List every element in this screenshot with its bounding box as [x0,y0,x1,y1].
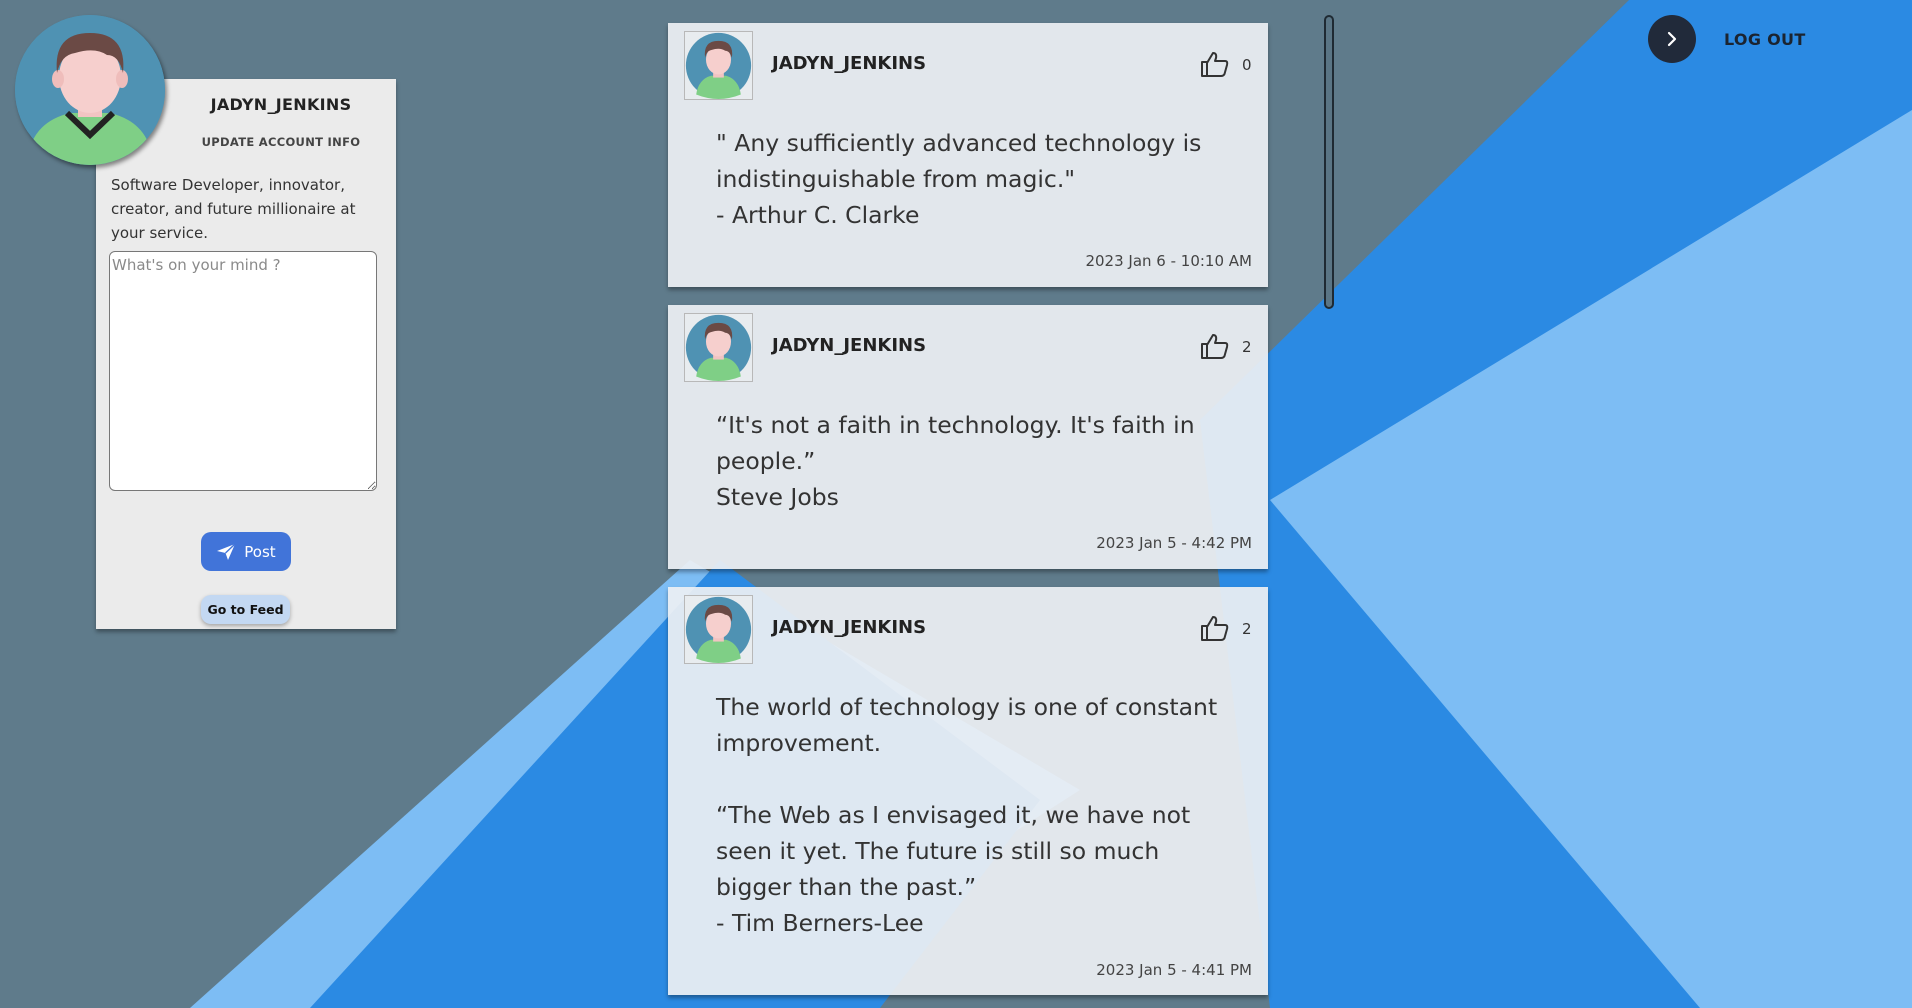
post-button[interactable]: Post [201,532,291,571]
post-timestamp: 2023 Jan 5 - 4:42 PM [1096,534,1252,552]
chevron-right-icon [1667,31,1677,47]
thumbs-up-icon [1201,52,1229,77]
logout-label[interactable]: LOG OUT [1724,30,1806,49]
send-icon [217,542,236,560]
profile-avatar [15,15,165,165]
logout-button[interactable] [1648,15,1696,63]
post-card: JADYN_JENKINS 2 “It's not a faith in tec… [668,305,1268,569]
thumbs-up-icon [1201,334,1229,359]
new-post-input[interactable] [109,251,377,491]
post-username: JADYN_JENKINS [772,53,927,74]
post-body: The world of technology is one of consta… [716,693,1218,937]
post-card: JADYN_JENKINS 2 The world of technology … [668,587,1268,995]
post-button-label: Post [244,542,276,561]
post-card: JADYN_JENKINS 0 " Any sufficiently advan… [668,23,1268,287]
profile-bio: Software Developer, innovator, creator, … [111,176,356,242]
like-count: 0 [1242,56,1252,74]
post-timestamp: 2023 Jan 6 - 10:10 AM [1085,252,1252,270]
go-to-feed-button[interactable]: Go to Feed [201,595,290,624]
update-account-link[interactable]: UPDATE ACCOUNT INFO [176,135,386,149]
person-avatar-icon [15,15,165,165]
post-avatar [684,313,753,382]
person-avatar-icon [685,596,752,663]
post-username: JADYN_JENKINS [772,617,927,638]
person-avatar-icon [685,32,752,99]
post-avatar [684,31,753,100]
person-avatar-icon [685,314,752,381]
post-timestamp: 2023 Jan 5 - 4:41 PM [1096,961,1252,979]
like-button[interactable] [1200,614,1230,642]
post-body: “It's not a faith in technology. It's fa… [716,411,1195,511]
thumbs-up-icon [1201,616,1229,641]
like-count: 2 [1242,338,1252,356]
like-count: 2 [1242,620,1252,638]
like-button[interactable] [1200,50,1230,78]
feed-scrollbar[interactable] [1324,15,1334,309]
profile-card: JADYN_JENKINS UPDATE ACCOUNT INFO Softwa… [96,79,396,629]
post-body: " Any sufficiently advanced technology i… [716,129,1202,229]
post-username: JADYN_JENKINS [772,335,927,356]
post-avatar [684,595,753,664]
profile-username: JADYN_JENKINS [210,95,352,114]
like-button[interactable] [1200,332,1230,360]
